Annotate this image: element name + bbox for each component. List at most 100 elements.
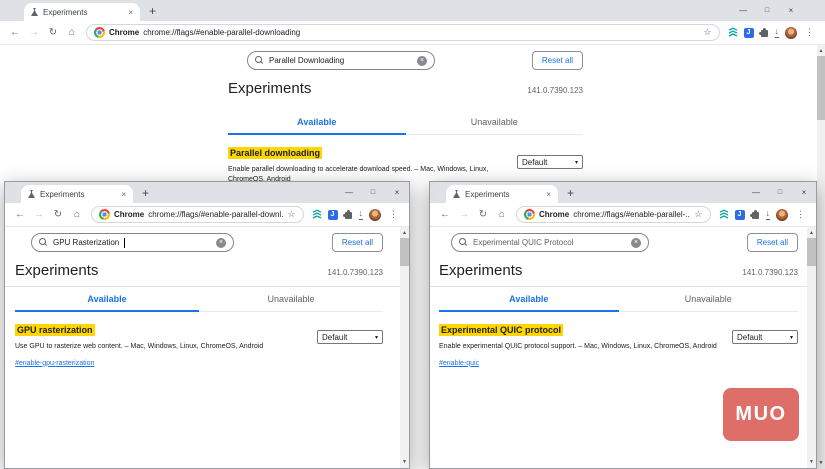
- tab-close-icon[interactable]: ×: [121, 190, 126, 199]
- profile-avatar[interactable]: [369, 208, 381, 221]
- home-button[interactable]: ⌂: [68, 209, 86, 220]
- back-button[interactable]: ←: [11, 209, 29, 220]
- search-input-value: GPU Rasterization: [53, 238, 120, 247]
- url-text[interactable]: chrome://flags/#enable-parallel-download…: [143, 28, 699, 37]
- bookmark-star-icon[interactable]: ☆: [703, 27, 711, 38]
- forward-button[interactable]: →: [455, 209, 473, 220]
- new-tab-button[interactable]: +: [567, 184, 574, 202]
- extension-icon-j[interactable]: J: [743, 27, 754, 38]
- downloads-icon[interactable]: ↓: [358, 209, 363, 220]
- browser-menu-icon[interactable]: ⋮: [387, 209, 400, 220]
- extensions-puzzle-icon[interactable]: [342, 210, 352, 219]
- flags-search-box[interactable]: Experimental QUIC Protocol ×: [451, 233, 649, 252]
- reload-button[interactable]: ↻: [474, 209, 492, 220]
- tab-available[interactable]: Available: [15, 287, 199, 312]
- scroll-up-icon[interactable]: ▲: [402, 227, 407, 238]
- extensions-puzzle-icon[interactable]: [749, 210, 759, 219]
- tab-close-icon[interactable]: ×: [128, 8, 133, 17]
- scrollbar[interactable]: ▲ ▼: [807, 227, 816, 468]
- maximize-button[interactable]: □: [768, 189, 792, 196]
- clear-search-icon[interactable]: ×: [216, 237, 226, 248]
- browser-tab-experiments[interactable]: Experiments ×: [21, 185, 133, 203]
- flags-search-box[interactable]: GPU Rasterization ×: [31, 233, 234, 252]
- tab-strip: Experiments × + — □ ×: [5, 182, 409, 203]
- bookmark-star-icon[interactable]: ☆: [694, 209, 702, 220]
- search-input-value: Parallel Downloading: [269, 56, 345, 65]
- downloads-icon[interactable]: ↓: [765, 209, 770, 220]
- browser-menu-icon[interactable]: ⋮: [794, 209, 807, 220]
- browser-menu-icon[interactable]: ⋮: [803, 27, 816, 38]
- close-button[interactable]: ×: [792, 188, 816, 197]
- scroll-down-icon[interactable]: ▼: [809, 457, 814, 468]
- tab-available[interactable]: Available: [228, 110, 406, 135]
- flag-state-select[interactable]: Default ▾: [732, 330, 798, 344]
- forward-button[interactable]: →: [30, 209, 48, 220]
- close-button[interactable]: ×: [385, 188, 409, 197]
- flag-state-select[interactable]: Default ▾: [317, 330, 383, 344]
- tab-unavailable[interactable]: Unavailable: [199, 287, 383, 312]
- back-button[interactable]: ←: [6, 27, 24, 38]
- bookmark-star-icon[interactable]: ☆: [287, 209, 295, 220]
- extension-icon-j[interactable]: J: [327, 209, 338, 220]
- flag-permalink[interactable]: #enable-gpu-rasterization: [15, 360, 94, 367]
- maximize-button[interactable]: □: [755, 7, 779, 14]
- home-button[interactable]: ⌂: [63, 27, 81, 38]
- home-button[interactable]: ⌂: [493, 209, 511, 220]
- scroll-thumb[interactable]: [817, 56, 825, 120]
- address-bar[interactable]: Chrome chrome://flags/#enable-parallel-d…: [86, 24, 720, 41]
- chrome-version: 141.0.7390.123: [327, 268, 383, 277]
- scroll-down-icon[interactable]: ▼: [402, 457, 407, 468]
- tab-unavailable[interactable]: Unavailable: [406, 110, 584, 135]
- forward-button[interactable]: →: [25, 27, 43, 38]
- scroll-up-icon[interactable]: ▲: [809, 227, 814, 238]
- back-button[interactable]: ←: [436, 209, 454, 220]
- new-tab-button[interactable]: +: [142, 184, 149, 202]
- minimize-button[interactable]: —: [337, 188, 361, 197]
- reload-button[interactable]: ↻: [44, 27, 62, 38]
- reload-button[interactable]: ↻: [49, 209, 67, 220]
- extension-icon-teal[interactable]: [728, 24, 738, 42]
- minimize-button[interactable]: —: [731, 6, 755, 15]
- flag-info: GPU rasterization Use GPU to rasterize w…: [15, 320, 317, 370]
- reset-all-button[interactable]: Reset all: [331, 233, 383, 252]
- scrollbar[interactable]: ▲ ▼: [400, 227, 409, 468]
- page-title: Experiments: [439, 262, 523, 279]
- url-text[interactable]: chrome://flags/#enable-parallel-downl...: [148, 210, 283, 219]
- scrollbar[interactable]: ▲ ▼: [817, 45, 825, 469]
- tab-available[interactable]: Available: [439, 287, 619, 312]
- browser-toolbar: ← → ↻ ⌂ Chrome chrome://flags/#enable-pa…: [0, 21, 825, 45]
- scroll-thumb[interactable]: [807, 238, 816, 266]
- extensions-area: J ↓ ⋮: [716, 206, 811, 224]
- flag-info: Experimental QUIC protocol Enable experi…: [439, 320, 732, 370]
- address-bar[interactable]: Chrome chrome://flags/#enable-parallel-.…: [516, 206, 711, 223]
- clear-search-icon[interactable]: ×: [631, 237, 641, 248]
- scroll-up-icon[interactable]: ▲: [819, 45, 824, 56]
- extensions-puzzle-icon[interactable]: [758, 28, 768, 37]
- flags-search-box[interactable]: Parallel Downloading ×: [247, 51, 435, 70]
- close-button[interactable]: ×: [779, 6, 803, 15]
- browser-tab-experiments[interactable]: Experiments ×: [446, 185, 558, 203]
- flag-name: GPU rasterization: [15, 324, 95, 336]
- new-tab-button[interactable]: +: [149, 2, 156, 20]
- extension-icon-teal[interactable]: [312, 206, 322, 224]
- caret-down-icon: ▾: [574, 159, 578, 166]
- browser-tab-experiments[interactable]: Experiments ×: [24, 3, 140, 21]
- scroll-down-icon[interactable]: ▼: [819, 458, 824, 469]
- reset-all-button[interactable]: Reset all: [531, 51, 583, 70]
- tab-close-icon[interactable]: ×: [546, 190, 551, 199]
- flag-permalink[interactable]: #enable-quic: [439, 360, 479, 367]
- profile-avatar[interactable]: [785, 26, 797, 39]
- profile-avatar[interactable]: [776, 208, 788, 221]
- maximize-button[interactable]: □: [361, 189, 385, 196]
- minimize-button[interactable]: —: [744, 188, 768, 197]
- tab-unavailable[interactable]: Unavailable: [619, 287, 799, 312]
- extension-icon-j[interactable]: J: [734, 209, 745, 220]
- url-text[interactable]: chrome://flags/#enable-parallel-...: [573, 210, 690, 219]
- extension-icon-teal[interactable]: [719, 206, 729, 224]
- address-bar[interactable]: Chrome chrome://flags/#enable-parallel-d…: [91, 206, 304, 223]
- flag-state-select[interactable]: Default ▾: [517, 155, 583, 169]
- downloads-icon[interactable]: ↓: [774, 27, 779, 38]
- clear-search-icon[interactable]: ×: [417, 55, 427, 66]
- scroll-thumb[interactable]: [400, 238, 409, 266]
- reset-all-button[interactable]: Reset all: [746, 233, 798, 252]
